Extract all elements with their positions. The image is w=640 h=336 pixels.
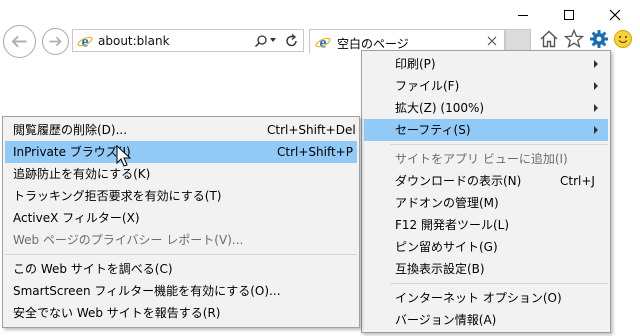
menu-item-tracking-protection[interactable]: 追跡防止を有効にする(K) (5, 163, 357, 185)
search-icon[interactable] (253, 33, 269, 49)
menu-item-privacy-report: Web ページのプライバシー レポート(V)... (13, 233, 244, 247)
minimize-icon (518, 14, 528, 16)
minimize-button[interactable] (500, 0, 546, 30)
refresh-icon[interactable] (284, 33, 300, 49)
menu-separator (390, 144, 608, 145)
feedback-smiley-icon[interactable] (612, 28, 634, 50)
tab-close-icon[interactable] (486, 35, 498, 47)
menu-item-do-not-track[interactable]: トラッキング拒否要求を有効にする(T) (5, 185, 357, 207)
menu-item-safety[interactable]: セーフティ(S) (364, 119, 608, 141)
address-input[interactable]: about:blank (98, 34, 170, 48)
menu-item-activex-filter[interactable]: ActiveX フィルター(X) (5, 207, 357, 229)
forward-arrow-icon (49, 36, 62, 47)
mouse-cursor-icon (116, 145, 132, 167)
favorites-star-icon[interactable] (563, 28, 585, 50)
ie-logo-icon: e (315, 35, 331, 51)
menu-item-file[interactable]: ファイル(F) (364, 75, 608, 97)
forward-button[interactable] (42, 28, 69, 55)
menu-item-compat-view[interactable]: 互換表示設定(B) (364, 258, 608, 280)
menu-item-delete-history[interactable]: 閲覧履歴の削除(D)... Ctrl+Shift+Del (5, 119, 357, 141)
close-icon (609, 9, 621, 21)
menu-item-pinned-sites[interactable]: ピン留めサイト(G) (364, 236, 608, 258)
menu-item-view-downloads[interactable]: ダウンロードの表示(N) Ctrl+J (364, 170, 608, 192)
menu-separator (390, 283, 608, 284)
menu-item-report-unsafe[interactable]: 安全でない Web サイトを報告する(R) (5, 302, 357, 324)
menu-item-f12-dev-tools[interactable]: F12 開発者ツール(L) (364, 214, 608, 236)
menu-item-about[interactable]: バージョン情報(A) (364, 309, 608, 331)
tools-menu: 印刷(P) ファイル(F) 拡大(Z) (100%) セーフティ(S) サイトを… (361, 50, 611, 333)
svg-text:e: e (319, 35, 326, 51)
menu-item-smartscreen[interactable]: SmartScreen フィルター機能を有効にする(O)... (5, 280, 357, 302)
maximize-button[interactable] (546, 0, 592, 30)
menu-item-print[interactable]: 印刷(P) (364, 53, 608, 75)
home-icon[interactable] (538, 28, 560, 50)
gear-icon[interactable] (588, 28, 610, 50)
submenu-arrow-icon (594, 126, 598, 134)
svg-text:e: e (81, 34, 88, 50)
maximize-icon (564, 10, 574, 20)
menu-item-inprivate[interactable]: InPrivate ブラウズ(I) Ctrl+Shift+P (5, 141, 357, 163)
ie-logo-icon: e (77, 34, 93, 50)
submenu-arrow-icon (594, 104, 598, 112)
address-dropdown-icon[interactable] (270, 38, 276, 42)
close-button[interactable] (592, 0, 638, 30)
menu-item-add-site-to-apps: サイトをアプリ ビューに追加(I) (395, 152, 568, 166)
address-bar[interactable]: e about:blank (72, 29, 304, 52)
submenu-arrow-icon (594, 82, 598, 90)
menu-separator (5, 254, 357, 255)
window-controls (500, 0, 640, 30)
safety-submenu: 閲覧履歴の削除(D)... Ctrl+Shift+Del InPrivate ブラ… (2, 116, 360, 328)
back-button[interactable] (3, 25, 36, 58)
menu-item-check-site[interactable]: この Web サイトを調べる(C) (5, 258, 357, 280)
back-arrow-icon (11, 35, 27, 48)
menu-item-manage-addons[interactable]: アドオンの管理(M) (364, 192, 608, 214)
menu-item-internet-options[interactable]: インターネット オプション(O) (364, 287, 608, 309)
submenu-arrow-icon (594, 60, 598, 68)
menu-item-zoom[interactable]: 拡大(Z) (100%) (364, 97, 608, 119)
